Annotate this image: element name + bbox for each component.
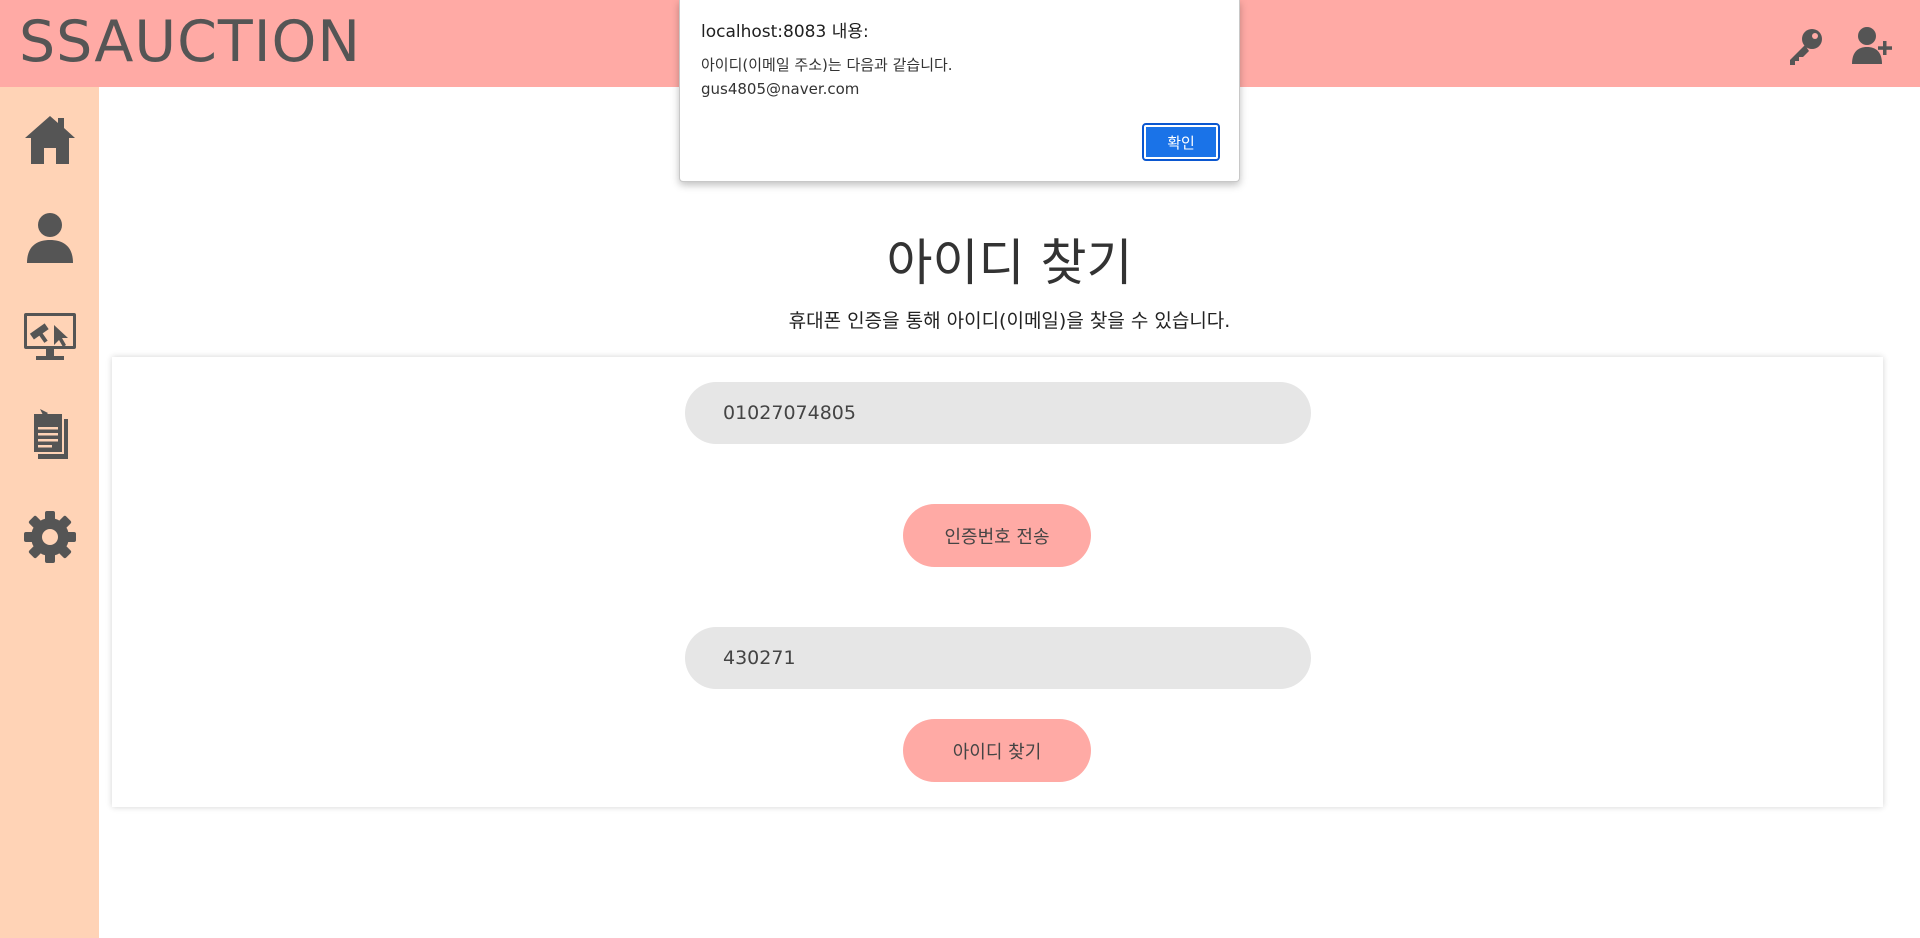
dialog-message: 아이디(이메일 주소)는 다음과 같습니다. <box>701 56 953 74</box>
find-id-button[interactable]: 아이디 찾기 <box>903 719 1091 782</box>
user-plus-icon[interactable] <box>1850 24 1894 68</box>
verification-code-input[interactable]: 430271 <box>685 627 1311 689</box>
page-title: 아이디 찾기 <box>886 234 1133 292</box>
page-subtitle: 휴대폰 인증을 통해 아이디(이메일)을 찾을 수 있습니다. <box>788 310 1231 332</box>
key-icon[interactable] <box>1784 24 1828 68</box>
clipboard-icon[interactable] <box>22 407 78 463</box>
auction-monitor-icon[interactable] <box>22 309 78 365</box>
sidebar <box>0 87 99 938</box>
user-icon[interactable] <box>22 210 78 266</box>
find-id-card: 01027074805 인증번호 전송 430271 아이디 찾기 <box>112 357 1883 807</box>
dialog-email: gus4805@naver.com <box>701 80 860 98</box>
send-code-button[interactable]: 인증번호 전송 <box>903 504 1091 567</box>
alert-dialog: localhost:8083 내용: 아이디(이메일 주소)는 다음과 같습니다… <box>679 0 1240 182</box>
home-icon[interactable] <box>22 112 78 168</box>
dialog-ok-button[interactable]: 확인 <box>1142 123 1220 161</box>
dialog-title: localhost:8083 내용: <box>701 22 869 42</box>
brand-logo[interactable]: SSAUCTION <box>19 6 361 78</box>
phone-number-input[interactable]: 01027074805 <box>685 382 1311 444</box>
gear-icon[interactable] <box>22 509 78 565</box>
